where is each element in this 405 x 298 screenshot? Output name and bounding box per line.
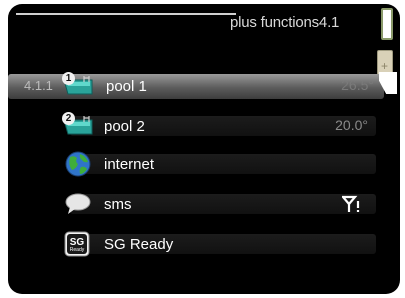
menu-item-pool-1[interactable]: 4.1.1 1 pool 1 26.5° — [8, 72, 400, 99]
svg-text:Ready: Ready — [70, 247, 85, 253]
menu-item-pool-2[interactable]: 2 pool 2 20.0° — [8, 112, 376, 136]
sg-ready-icon: SG Ready — [62, 230, 96, 258]
pool-2-temperature: 20.0° — [335, 117, 368, 133]
menu-item-label: sms — [104, 196, 132, 213]
menu-item-label: internet — [104, 156, 155, 173]
pool-icon: 2 — [62, 112, 96, 140]
menu-item-label: pool 2 — [104, 118, 145, 135]
display-screen: plus functions4.1 4.1.1 1 pool 1 26.5° — [8, 4, 400, 294]
globe-icon — [62, 150, 96, 178]
pool-number-badge: 2 — [62, 112, 75, 125]
pool-icon: 1 — [62, 72, 96, 100]
menu-item-label: SG Ready — [104, 236, 174, 253]
header-divider — [16, 13, 236, 15]
pool-number-badge: 1 — [62, 72, 75, 85]
antenna-signal-icon — [340, 195, 362, 218]
menu-number: 4.1 — [318, 14, 340, 31]
pool-1-temperature: 26.5° — [341, 77, 374, 93]
page-title: plus functions4.1 — [230, 14, 339, 31]
menu-item-label: pool 1 — [106, 78, 147, 95]
menu-item-sms[interactable]: sms — [8, 190, 376, 214]
menu-code: 4.1.1 — [24, 78, 53, 93]
speech-bubble-icon — [62, 190, 96, 218]
menu-item-sg-ready[interactable]: SG Ready SG Ready — [8, 230, 376, 257]
page-title-text: plus functions — [230, 14, 319, 31]
menu-item-internet[interactable]: internet — [8, 150, 376, 177]
scrollbar-top-indicator[interactable] — [381, 8, 393, 40]
